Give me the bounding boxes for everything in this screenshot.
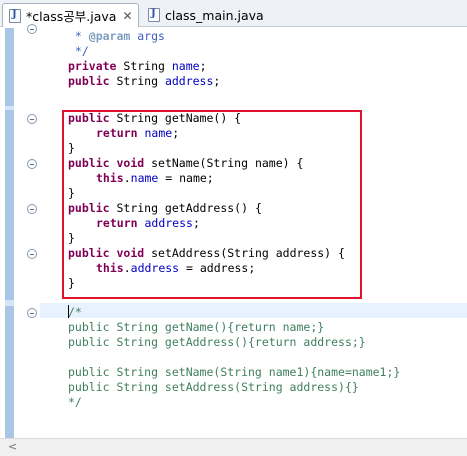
fold-toggle-icon[interactable] [27,204,37,214]
java-file-icon: J [148,8,160,22]
code-line: public String address; [68,74,221,88]
fold-toggle-icon[interactable] [27,24,37,34]
tab-class-main-java[interactable]: J class_main.java [142,3,264,27]
folding-ruler [24,24,40,438]
change-marker [5,306,14,438]
comment-line: public String getAddress(){return addres… [68,335,366,349]
fold-toggle-icon[interactable] [27,308,37,318]
comment-line: public String setName(String name1){name… [68,365,401,379]
editor-tab-bar: J *class공부.java ✕ J class_main.java [0,0,467,27]
comment-line: /* [68,305,82,319]
scroll-left-icon[interactable]: < [8,440,17,453]
fold-toggle-icon[interactable] [27,114,37,124]
comment-line: */ [68,395,82,409]
text-cursor [68,305,69,318]
close-icon[interactable]: ✕ [122,9,132,23]
current-line-highlight [40,303,467,318]
tab-class-gongbu-java[interactable]: J *class공부.java ✕ [2,3,139,27]
code-line: private String name; [68,59,207,73]
quick-diff-ruler [5,28,14,438]
code-editor[interactable]: * @param args */ private String name; pu… [0,24,467,438]
code-line: */ [68,44,89,58]
horizontal-scrollbar[interactable]: < [0,438,467,456]
comment-line: public String setAddress(String address)… [68,380,359,394]
change-marker [5,28,14,106]
fold-toggle-icon[interactable] [27,249,37,259]
tab-label: *class공부.java [26,9,117,24]
java-file-icon: J [9,8,21,23]
change-marker [5,110,14,300]
fold-toggle-icon[interactable] [27,159,37,169]
red-highlight-box [62,110,362,299]
code-line: * @param args [68,29,165,43]
comment-line: public String getName(){return name;} [68,320,325,334]
tab-label: class_main.java [165,7,264,23]
